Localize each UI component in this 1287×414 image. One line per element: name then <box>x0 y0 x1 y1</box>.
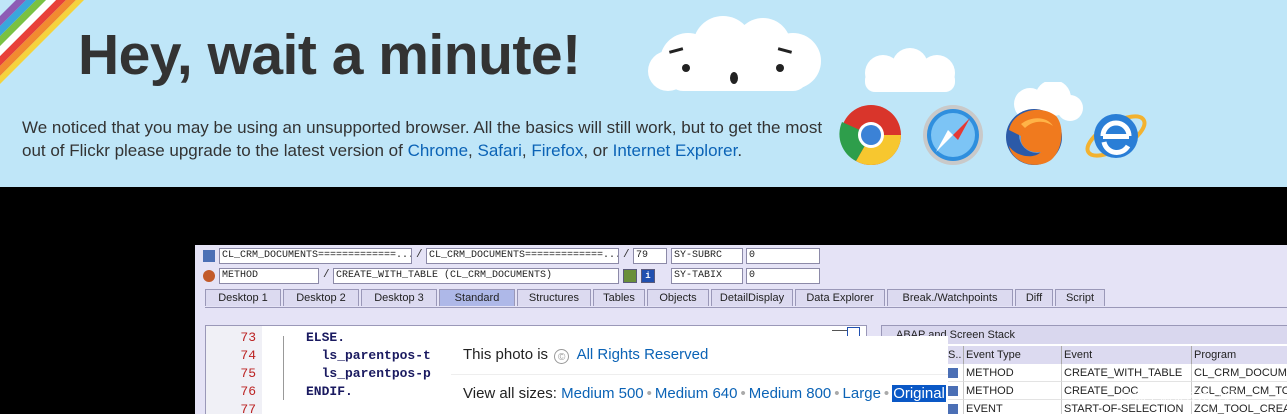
license-prefix: This photo is <box>463 346 549 363</box>
tab-standard[interactable]: Standard <box>439 289 515 306</box>
stack-row-icon <box>946 382 964 400</box>
system-variable-label: SY-TABIX <box>671 268 743 284</box>
size-original-link[interactable]: Original <box>892 385 946 402</box>
table-cell[interactable]: EVENT <box>964 400 1062 414</box>
safari-icon[interactable] <box>920 102 986 168</box>
info-icon[interactable]: i <box>641 269 655 283</box>
browser-notice: We noticed that you may be using an unsu… <box>22 116 842 162</box>
include-field[interactable]: CL_CRM_DOCUMENTS=============... <box>426 248 619 264</box>
table-cell[interactable]: METHOD <box>964 364 1062 382</box>
code-line: ls_parentpos-t <box>306 348 431 363</box>
tab-detaildisplay[interactable]: DetailDisplay <box>711 289 793 306</box>
system-variable-label: SY-SUBRC <box>671 248 743 264</box>
tab-script[interactable]: Script <box>1055 289 1105 306</box>
code-line: ELSE. <box>306 330 346 345</box>
line-number: 77 <box>240 402 256 414</box>
tab-desktop-2[interactable]: Desktop 2 <box>283 289 359 306</box>
license-line: This photo is © All Rights Reserved <box>463 346 708 364</box>
firefox-link[interactable]: Firefox <box>531 141 583 160</box>
program-field[interactable]: CL_CRM_DOCUMENTS=============... <box>219 248 412 264</box>
unsupported-browser-banner: Hey, wait a minute! We noticed that you … <box>0 0 1287 187</box>
tab-data-explorer[interactable]: Data Explorer <box>795 289 885 306</box>
tab-desktop-1[interactable]: Desktop 1 <box>205 289 281 306</box>
separator: / <box>323 269 330 281</box>
divider <box>451 374 948 375</box>
event-type-field[interactable]: METHOD <box>219 268 319 284</box>
program-icon <box>203 250 215 262</box>
table-cell[interactable]: CL_CRM_DOCUMEN <box>1192 364 1287 382</box>
table-cell[interactable]: METHOD <box>964 382 1062 400</box>
line-number: 73 <box>240 330 256 345</box>
stack-row-icon <box>946 400 964 414</box>
tab-structures[interactable]: Structures <box>517 289 591 306</box>
separator-dot: • <box>834 385 840 402</box>
size-medium-500-link[interactable]: Medium 500 <box>561 385 644 402</box>
rainbow-corner-decoration <box>0 0 90 90</box>
firefox-icon[interactable] <box>1001 102 1067 168</box>
fold-guide <box>283 336 284 400</box>
separator: / <box>623 249 630 261</box>
event-icon <box>948 404 958 414</box>
separator: , <box>521 141 532 160</box>
separator-dot: • <box>740 385 746 402</box>
internet-explorer-link[interactable]: Internet Explorer <box>613 141 738 160</box>
tab-breakpoints[interactable]: Break./Watchpoints <box>887 289 1013 306</box>
line-number: 74 <box>240 348 256 363</box>
column-header[interactable]: Program <box>1192 346 1287 364</box>
separator: / <box>416 249 423 261</box>
method-icon <box>203 270 215 282</box>
separator: , or <box>583 141 613 160</box>
event-name-field[interactable]: CREATE_WITH_TABLE (CL_CRM_DOCUMENTS) <box>333 268 619 284</box>
line-number-field[interactable]: 79 <box>633 248 667 264</box>
system-variable-value[interactable]: 0 <box>746 268 820 284</box>
sizes-prefix: View all sizes: <box>463 385 557 402</box>
photo-license-popup: This photo is © All Rights Reserved View… <box>451 336 948 414</box>
size-large-link[interactable]: Large <box>843 385 881 402</box>
column-header[interactable]: Event Type <box>964 346 1062 364</box>
cloud-mascot-icon <box>648 16 828 101</box>
tab-desktop-3[interactable]: Desktop 3 <box>361 289 437 306</box>
internet-explorer-icon[interactable] <box>1083 102 1149 168</box>
debugger-position-row: CL_CRM_DOCUMENTS=============... / CL_CR… <box>195 248 1287 266</box>
chrome-link[interactable]: Chrome <box>408 141 468 160</box>
chrome-icon[interactable] <box>838 102 904 168</box>
all-rights-reserved-link[interactable]: All Rights Reserved <box>577 346 709 363</box>
column-header[interactable]: Event <box>1062 346 1192 364</box>
tab-objects[interactable]: Objects <box>647 289 709 306</box>
separator-dot: • <box>883 385 890 402</box>
safari-link[interactable]: Safari <box>477 141 521 160</box>
stack-row-icon <box>946 364 964 382</box>
copyright-icon: © <box>554 349 570 364</box>
system-variable-value[interactable]: 0 <box>746 248 820 264</box>
line-number: 75 <box>240 366 256 381</box>
tab-diff[interactable]: Diff <box>1015 289 1053 306</box>
table-cell[interactable]: CREATE_WITH_TABLE <box>1062 364 1192 382</box>
debugger-tabs: Desktop 1 Desktop 2 Desktop 3 Standard S… <box>205 289 1287 308</box>
separator-dot: • <box>646 385 652 402</box>
sizes-line: View all sizes: Medium 500 • Medium 640 • Me… <box>463 385 946 402</box>
line-number: 76 <box>240 384 256 399</box>
watermark: @稀土掘金技术社区 <box>1120 390 1238 405</box>
column-header[interactable]: S.. <box>946 346 964 364</box>
code-line: ENDIF. <box>306 384 353 399</box>
size-medium-640-link[interactable]: Medium 640 <box>655 385 738 402</box>
tab-tables[interactable]: Tables <box>593 289 645 306</box>
method-icon <box>948 368 958 378</box>
separator: . <box>737 141 743 160</box>
debugger-event-row: METHOD / CREATE_WITH_TABLE (CL_CRM_DOCUM… <box>195 268 1287 286</box>
cloud-decoration <box>855 48 965 98</box>
navigate-icon[interactable] <box>623 269 637 283</box>
page-title: Hey, wait a minute! <box>78 23 581 87</box>
method-icon <box>948 386 958 396</box>
code-line: ls_parentpos-p <box>306 366 431 381</box>
size-medium-800-link[interactable]: Medium 800 <box>749 385 832 402</box>
